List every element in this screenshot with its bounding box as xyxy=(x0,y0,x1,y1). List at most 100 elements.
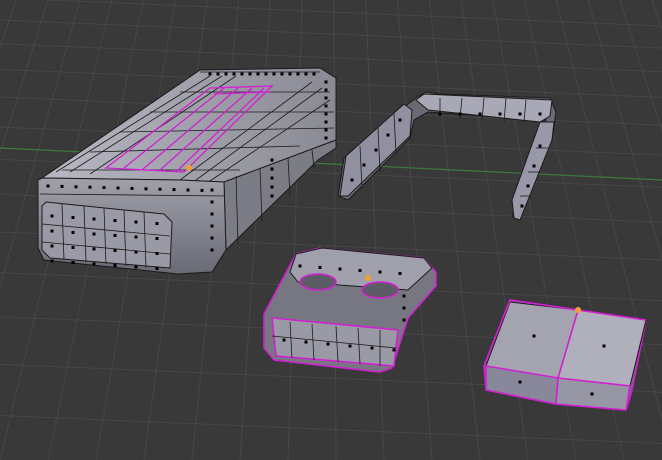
vertex xyxy=(60,184,64,188)
vertex xyxy=(304,340,308,344)
vertex xyxy=(324,96,328,100)
vertex xyxy=(324,136,328,140)
vertex xyxy=(134,235,138,239)
vertex xyxy=(256,72,260,76)
vertex xyxy=(158,187,162,191)
grid-line xyxy=(428,0,481,460)
vertex xyxy=(116,186,120,190)
vertex xyxy=(210,236,214,240)
3d-viewport[interactable] xyxy=(0,0,662,460)
vertex xyxy=(92,247,96,251)
vertex xyxy=(134,220,138,224)
vertex xyxy=(526,184,530,188)
vertex xyxy=(348,344,352,348)
vertex xyxy=(240,72,244,76)
vertex xyxy=(113,249,117,252)
vertex xyxy=(224,72,228,76)
small-block[interactable] xyxy=(483,299,647,411)
vertex xyxy=(264,72,268,76)
vertex xyxy=(113,264,117,267)
vertex xyxy=(92,262,96,266)
vertex xyxy=(210,248,214,252)
vertex xyxy=(155,222,159,225)
vertex xyxy=(478,112,482,116)
vertex xyxy=(386,133,390,137)
vertex xyxy=(134,265,138,269)
vertex xyxy=(324,120,328,124)
vertex xyxy=(392,348,396,352)
vertex xyxy=(155,252,159,255)
vertex xyxy=(538,112,542,116)
vertex xyxy=(398,118,402,122)
vertex xyxy=(280,72,284,76)
vertex xyxy=(92,232,96,236)
vertex xyxy=(71,261,75,264)
vertex xyxy=(296,72,300,76)
origin-dot xyxy=(365,275,371,281)
vertex xyxy=(50,229,54,233)
vertex xyxy=(518,112,522,116)
vertex xyxy=(155,237,159,240)
vertex xyxy=(216,72,220,76)
vertex xyxy=(92,217,96,221)
vertex xyxy=(370,346,374,350)
vertex xyxy=(532,164,536,168)
vertex xyxy=(130,186,134,190)
vertex xyxy=(210,212,214,216)
vertex xyxy=(288,72,292,76)
vertex xyxy=(172,188,176,192)
vertex xyxy=(272,72,276,76)
vertex xyxy=(458,112,462,116)
vertex xyxy=(602,344,606,348)
clip-buckle[interactable] xyxy=(263,247,437,373)
u-shaped-strap[interactable] xyxy=(337,91,557,221)
vertex xyxy=(532,334,536,338)
vertex xyxy=(50,244,54,248)
vertex xyxy=(398,272,402,275)
vertex xyxy=(71,246,75,249)
vertex xyxy=(304,72,308,76)
vertex xyxy=(50,259,54,263)
vertex xyxy=(210,188,214,192)
vertex xyxy=(402,318,406,322)
buckle-hole-right xyxy=(361,281,399,299)
vertex xyxy=(518,380,522,384)
vertex xyxy=(338,267,342,271)
large-device-body[interactable] xyxy=(37,67,337,275)
grid-line xyxy=(35,0,662,27)
vertex xyxy=(232,72,236,76)
origin-dot xyxy=(186,165,192,171)
grid-line xyxy=(333,0,337,460)
vertex xyxy=(298,264,302,268)
vertex xyxy=(282,338,286,342)
vertex xyxy=(210,200,214,204)
vertex xyxy=(71,216,75,219)
vertex xyxy=(210,224,214,228)
grid-line xyxy=(0,43,662,73)
vertex xyxy=(134,250,138,254)
vertex xyxy=(324,128,328,132)
vertex xyxy=(362,163,366,167)
vertex xyxy=(113,219,117,222)
vertex xyxy=(270,194,274,198)
vertex xyxy=(155,267,159,270)
vertex xyxy=(538,144,542,148)
vertex xyxy=(71,231,75,234)
vertex xyxy=(208,72,212,76)
vertex xyxy=(50,214,54,218)
vertex xyxy=(324,112,328,116)
vertex xyxy=(113,234,117,237)
vertex xyxy=(200,188,204,192)
vertex xyxy=(498,112,502,116)
viewport-canvas[interactable] xyxy=(0,0,662,460)
grid-line xyxy=(365,0,385,460)
vertex xyxy=(324,104,328,108)
vertex xyxy=(144,187,148,191)
vertex xyxy=(326,342,330,346)
vertex xyxy=(590,392,594,396)
vertex xyxy=(350,178,354,182)
vertex xyxy=(324,80,328,84)
vertex xyxy=(46,184,50,188)
vertex xyxy=(74,185,78,189)
vertex xyxy=(312,72,316,76)
